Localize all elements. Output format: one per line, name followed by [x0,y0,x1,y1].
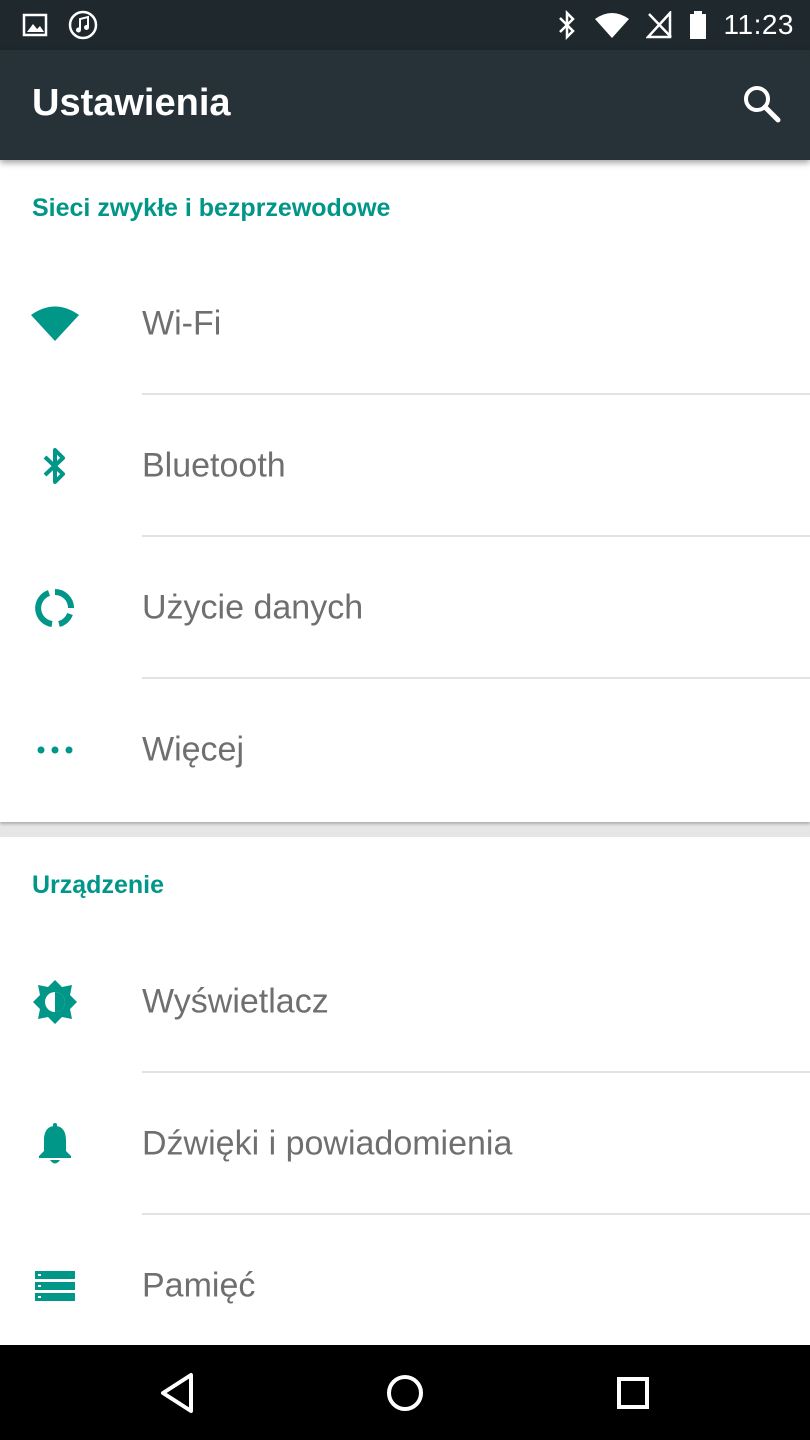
settings-item-bluetooth[interactable]: Bluetooth [0,395,810,537]
settings-item-storage[interactable]: Pamięć [0,1215,810,1357]
settings-item-label: Pamięć [142,1266,256,1305]
back-button[interactable] [151,1367,203,1419]
battery-icon [688,10,708,40]
recents-button[interactable] [607,1367,659,1419]
page-title: Ustawienia [32,82,231,124]
bluetooth-status-icon [556,10,578,40]
settings-item-display[interactable]: Wyświetlacz [0,931,810,1073]
wifi-icon [30,299,80,349]
more-icon [30,725,80,775]
search-button[interactable] [740,82,784,126]
bluetooth-icon [30,441,80,491]
bell-icon [30,1119,80,1169]
home-icon [387,1375,423,1411]
navigation-bar [0,1345,810,1440]
music-notification-icon [68,10,98,40]
settings-item-label: Wi-Fi [142,304,222,343]
wifi-signal-icon [594,11,630,39]
section-title-network: Sieci zwykłe i bezprzewodowe [32,194,391,222]
search-icon [744,86,781,123]
section-title-device: Urządzenie [32,871,164,899]
settings-item-label: Wyświetlacz [142,982,329,1021]
settings-item-label: Użycie danych [142,588,364,627]
home-button[interactable] [379,1367,431,1419]
image-notification-icon [22,12,48,38]
status-bar: 11:23 [0,0,810,50]
recents-icon [617,1377,649,1409]
settings-item-label: Dźwięki i powiadomienia [142,1124,513,1163]
device-section: Urządzenie Wyświetlacz Dźwięki i powiado… [0,837,810,1345]
app-bar: Ustawienia [0,50,810,160]
settings-item-label: Bluetooth [142,446,286,485]
settings-item-sounds[interactable]: Dźwięki i powiadomienia [0,1073,810,1215]
network-section: Sieci zwykłe i bezprzewodowe Wi-Fi Bluet… [0,160,810,822]
status-time: 11:23 [723,9,794,40]
settings-item-data-usage[interactable]: Użycie danych [0,537,810,679]
storage-icon [30,1261,80,1311]
no-signal-icon [645,11,672,39]
settings-item-label: Więcej [142,730,245,769]
data-usage-icon [30,583,80,633]
back-icon [161,1373,193,1413]
brightness-icon [30,977,80,1027]
settings-item-more[interactable]: Więcej [0,679,810,821]
settings-item-wifi[interactable]: Wi-Fi [0,253,810,395]
